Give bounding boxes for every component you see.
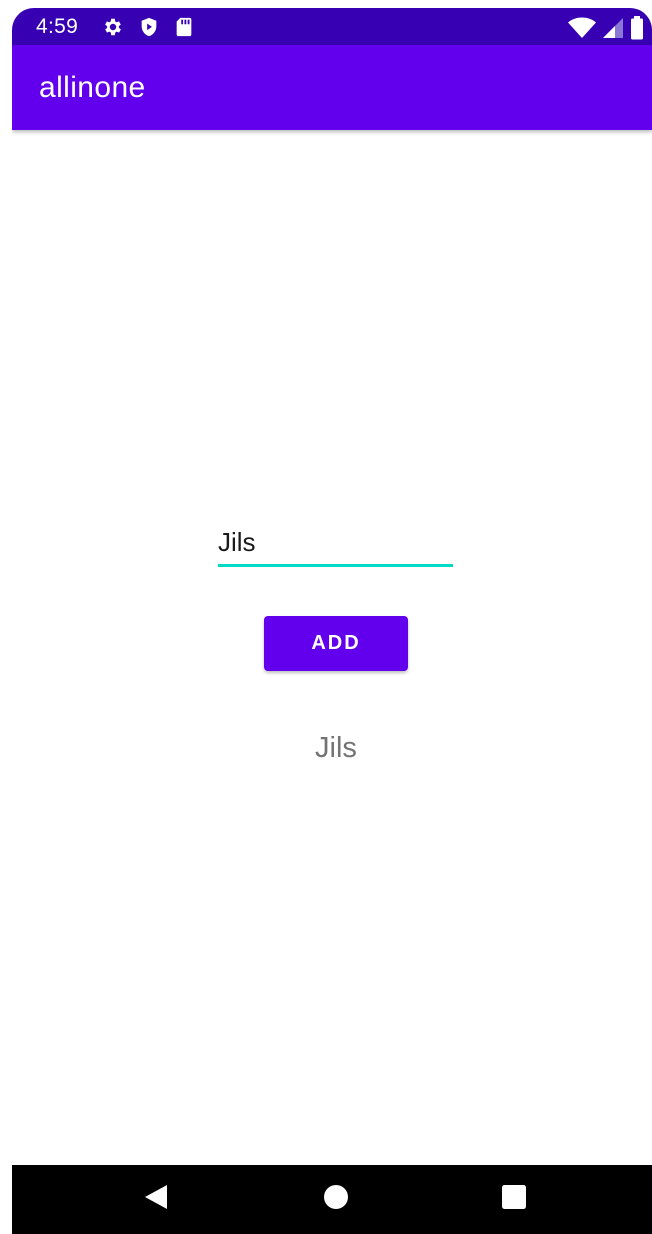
add-button[interactable]: ADD xyxy=(264,616,408,671)
app-title: allinone xyxy=(39,71,146,104)
status-time: 4:59 xyxy=(36,15,79,38)
result-text: Jils xyxy=(315,732,357,764)
recents-button[interactable] xyxy=(474,1165,554,1234)
app-bar: allinone xyxy=(12,45,652,130)
home-button[interactable] xyxy=(296,1165,376,1234)
signal-icon xyxy=(602,17,624,44)
sd-card-icon xyxy=(174,16,194,43)
battery-icon xyxy=(630,16,644,45)
wifi-icon xyxy=(568,17,596,44)
status-system-icons xyxy=(568,16,644,45)
navigation-bar xyxy=(12,1165,652,1234)
gear-icon xyxy=(102,16,124,43)
back-button[interactable] xyxy=(116,1165,196,1234)
name-input-container xyxy=(218,520,453,568)
home-icon xyxy=(323,1184,349,1215)
back-icon xyxy=(143,1183,169,1216)
device-screen: 4:59 allinone Jils ADD Jils xyxy=(12,8,652,1234)
shield-play-icon xyxy=(138,16,160,43)
recents-icon xyxy=(501,1184,527,1215)
input-underline xyxy=(218,564,453,567)
status-notification-icons xyxy=(102,16,194,43)
name-input[interactable] xyxy=(218,520,453,564)
status-bar: 4:59 xyxy=(12,8,652,45)
